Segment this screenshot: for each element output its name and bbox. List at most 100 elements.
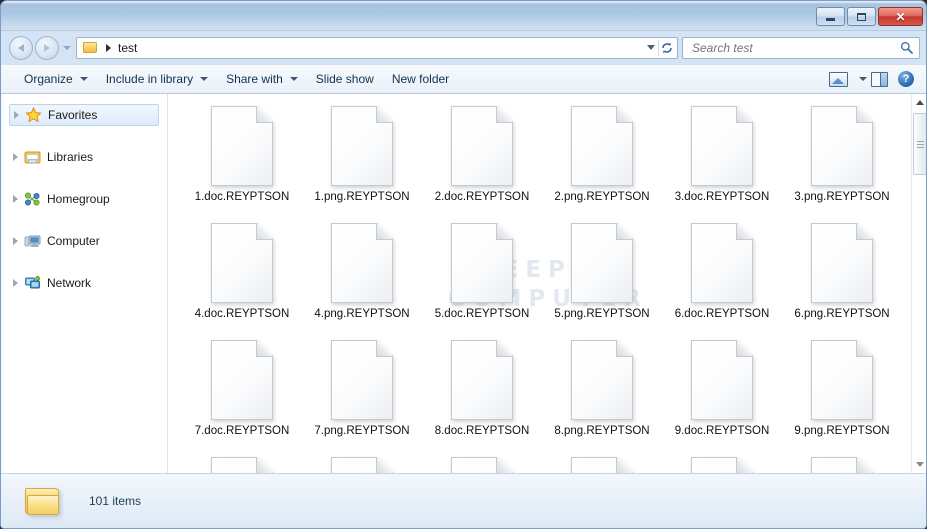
window-controls: ✕: [816, 7, 923, 26]
libraries-icon: [24, 149, 41, 165]
forward-button[interactable]: [35, 35, 59, 60]
sidebar-item-libraries[interactable]: Libraries: [9, 146, 159, 168]
document-file-icon: [691, 340, 753, 420]
refresh-icon[interactable]: [659, 40, 675, 56]
file-item[interactable]: 8.png.REYPTSON: [542, 338, 662, 455]
sidebar-item-label: Network: [47, 276, 92, 290]
file-item[interactable]: 1.doc.REYPTSON: [182, 104, 302, 221]
expand-triangle-icon[interactable]: [13, 237, 18, 245]
scrollbar-thumb[interactable]: [913, 113, 926, 175]
file-item[interactable]: 2.png.REYPTSON: [542, 104, 662, 221]
expand-triangle-icon[interactable]: [13, 279, 18, 287]
file-item[interactable]: 6.doc.REYPTSON: [662, 221, 782, 338]
file-item[interactable]: [662, 455, 782, 473]
document-file-icon: [451, 223, 513, 303]
triangle-down-icon: [916, 462, 924, 467]
file-item[interactable]: 7.doc.REYPTSON: [182, 338, 302, 455]
file-item[interactable]: [422, 455, 542, 473]
scroll-up-button[interactable]: [912, 94, 926, 111]
file-item[interactable]: 4.doc.REYPTSON: [182, 221, 302, 338]
arrow-right-icon: [44, 43, 50, 52]
document-file-icon: [811, 223, 873, 303]
toolbar-item-organize[interactable]: Organize: [15, 68, 97, 90]
file-item[interactable]: 1.png.REYPTSON: [302, 104, 422, 221]
window-body: Favorites Libraries Homegroup Computer N…: [1, 94, 926, 473]
file-name-label: 7.doc.REYPTSON: [194, 425, 290, 437]
file-name-label: 8.doc.REYPTSON: [434, 425, 530, 437]
back-button[interactable]: [9, 35, 33, 60]
folder-icon: [25, 486, 61, 516]
toolbar-item-new-folder[interactable]: New folder: [383, 68, 458, 90]
file-item[interactable]: 2.doc.REYPTSON: [422, 104, 542, 221]
expand-triangle-icon[interactable]: [13, 153, 18, 161]
help-icon[interactable]: ?: [898, 71, 914, 87]
file-item[interactable]: 6.png.REYPTSON: [782, 221, 902, 338]
document-file-icon: [811, 340, 873, 420]
chevron-down-icon[interactable]: [859, 77, 867, 81]
file-item[interactable]: 5.doc.REYPTSON: [422, 221, 542, 338]
file-item[interactable]: 3.doc.REYPTSON: [662, 104, 782, 221]
toolbar-item-slide-show[interactable]: Slide show: [307, 68, 383, 90]
file-item[interactable]: 3.png.REYPTSON: [782, 104, 902, 221]
sidebar-item-computer[interactable]: Computer: [9, 230, 159, 252]
pane-left: [872, 72, 880, 86]
file-item[interactable]: 9.png.REYPTSON: [782, 338, 902, 455]
address-bar-row: test: [1, 31, 926, 64]
file-name-label: 1.png.REYPTSON: [314, 191, 410, 203]
file-item[interactable]: 5.png.REYPTSON: [542, 221, 662, 338]
network-icon: [24, 275, 41, 291]
star-icon: [25, 106, 42, 123]
file-name-label: 3.doc.REYPTSON: [674, 191, 770, 203]
document-file-icon: [211, 223, 273, 303]
file-item[interactable]: [302, 455, 422, 473]
search-box[interactable]: [682, 36, 920, 59]
close-icon: ✕: [895, 9, 906, 24]
recent-pages-dropdown-icon[interactable]: [63, 45, 71, 50]
search-input[interactable]: [690, 39, 919, 56]
breadcrumb[interactable]: test: [118, 41, 137, 55]
file-name-label: 4.doc.REYPTSON: [194, 308, 290, 320]
sidebar-item-network[interactable]: Network: [9, 272, 159, 294]
search-icon[interactable]: [900, 41, 913, 54]
toolbar-item-share-with[interactable]: Share with: [217, 68, 307, 90]
document-file-icon: [571, 457, 633, 473]
file-name-label: 7.png.REYPTSON: [314, 425, 410, 437]
homegroup-icon: [24, 191, 41, 207]
document-file-icon: [691, 457, 753, 473]
file-item[interactable]: 9.doc.REYPTSON: [662, 338, 782, 455]
document-file-icon: [331, 457, 393, 473]
file-item[interactable]: [182, 455, 302, 473]
expand-triangle-icon[interactable]: [13, 195, 18, 203]
maximize-button[interactable]: [847, 7, 876, 26]
toolbar-item-label: Include in library: [105, 72, 194, 86]
sidebar-item-favorites[interactable]: Favorites: [9, 104, 159, 126]
document-file-icon: [571, 223, 633, 303]
file-item[interactable]: 8.doc.REYPTSON: [422, 338, 542, 455]
file-name-label: 5.doc.REYPTSON: [434, 308, 530, 320]
chevron-down-icon[interactable]: [647, 45, 655, 50]
file-list-pane[interactable]: BLEEPING COMPUTER 1.doc.REYPTSON 1.png.R…: [168, 94, 926, 473]
close-button[interactable]: ✕: [878, 7, 923, 26]
minimize-button[interactable]: [816, 7, 845, 26]
document-file-icon: [811, 106, 873, 186]
file-item[interactable]: [782, 455, 902, 473]
address-bar[interactable]: test: [76, 36, 678, 59]
expand-triangle-icon[interactable]: [14, 111, 19, 119]
sidebar-item-homegroup[interactable]: Homegroup: [9, 188, 159, 210]
vertical-scrollbar[interactable]: [911, 94, 926, 473]
scroll-down-button[interactable]: [912, 456, 926, 473]
pane-right: [880, 72, 887, 86]
change-view-icon[interactable]: [829, 71, 848, 87]
navigation-pane: Favorites Libraries Homegroup Computer N…: [1, 94, 168, 473]
document-file-icon: [451, 340, 513, 420]
file-item[interactable]: [542, 455, 662, 473]
minimize-icon: [826, 18, 835, 21]
file-name-label: 1.doc.REYPTSON: [194, 191, 290, 203]
arrow-left-icon: [18, 43, 24, 52]
toolbar-item-include-in-library[interactable]: Include in library: [97, 68, 217, 90]
file-item[interactable]: 4.png.REYPTSON: [302, 221, 422, 338]
file-item[interactable]: 7.png.REYPTSON: [302, 338, 422, 455]
computer-icon: [24, 233, 41, 249]
folder-icon: [83, 41, 98, 54]
preview-pane-icon[interactable]: [871, 71, 888, 87]
